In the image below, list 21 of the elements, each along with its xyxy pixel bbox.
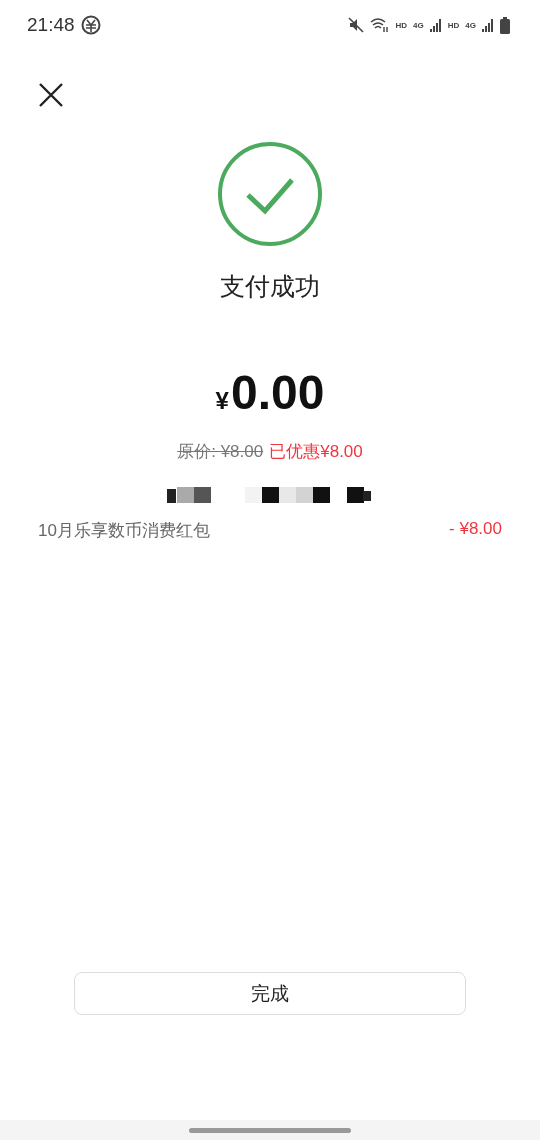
payment-result-title: 支付成功 bbox=[220, 271, 320, 302]
discount-total: 已优惠¥8.00 bbox=[269, 441, 363, 463]
battery-icon bbox=[500, 16, 510, 34]
currency-symbol: ¥ bbox=[215, 387, 229, 415]
mute-icon bbox=[347, 17, 364, 33]
original-price: 原价: ¥8.00 bbox=[177, 441, 264, 463]
network-label: 4G bbox=[413, 20, 424, 30]
close-icon[interactable] bbox=[38, 82, 64, 108]
wifi-icon bbox=[369, 17, 390, 33]
signal-icon bbox=[429, 18, 442, 32]
signal-icon bbox=[482, 18, 494, 32]
discount-name: 10月乐享数币消费红包 bbox=[38, 520, 210, 542]
network-label: 4G bbox=[465, 20, 476, 30]
network-label: HD bbox=[447, 20, 460, 30]
amount-value: 0.00 bbox=[230, 365, 325, 420]
network-label: HD bbox=[395, 20, 408, 30]
home-indicator[interactable] bbox=[189, 1127, 351, 1133]
discount-amount: - ¥8.00 bbox=[449, 519, 502, 540]
status-time: 21:48 bbox=[27, 14, 75, 36]
done-button[interactable]: 完成 bbox=[74, 972, 466, 1015]
yuan-coin-icon bbox=[80, 15, 101, 35]
